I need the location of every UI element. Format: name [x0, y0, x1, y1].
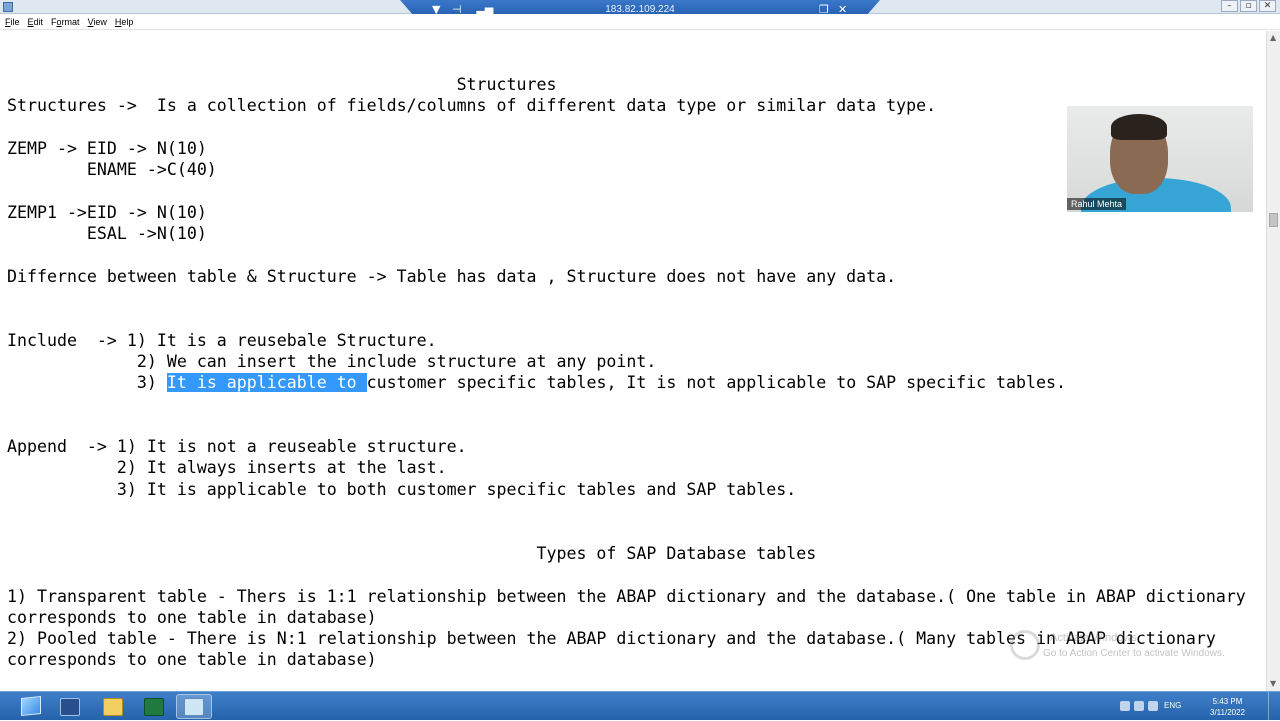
close-button[interactable]: ✕ [1259, 0, 1276, 12]
doc-line: ESAL ->N(10) [7, 224, 207, 243]
window-controls: – ▫ ✕ [1221, 0, 1276, 13]
system-tray: ENG 5:43 PM 3/11/2022 [1120, 692, 1280, 721]
doc-heading-types: Types of SAP Database tables [7, 544, 817, 563]
vertical-scrollbar[interactable]: ▲ ▼ [1266, 31, 1280, 691]
doc-line: ZEMP -> EID -> N(10) [7, 139, 207, 158]
menu-file[interactable]: File [5, 17, 20, 27]
menu-view-label: iew [93, 16, 107, 27]
doc-line: 2) It always inserts at the last. [7, 458, 447, 477]
webcam-video-overlay: Rahul Mehta [1067, 106, 1253, 212]
taskbar-powershell[interactable] [52, 694, 88, 719]
taskbar-file-explorer[interactable] [95, 694, 131, 719]
doc-line: Append -> 1) It is not a reuseable struc… [7, 437, 467, 456]
presenter-name-tag: Rahul Mehta [1067, 198, 1127, 210]
menu-edit-label: dit [33, 16, 44, 27]
scroll-down-icon[interactable]: ▼ [1270, 680, 1278, 688]
taskbar-notepad[interactable] [176, 694, 212, 719]
start-button[interactable] [12, 695, 50, 718]
presenter-hair [1111, 114, 1167, 140]
doc-line: ENAME ->C(40) [7, 160, 217, 179]
clock[interactable]: 5:43 PM 3/11/2022 [1200, 696, 1255, 718]
show-desktop-button[interactable] [1268, 692, 1280, 721]
doc-line-with-selection: 3) It is applicable to customer specific… [7, 372, 1066, 393]
doc-line: 3) It is applicable to both customer spe… [7, 480, 797, 499]
doc-line: 1) Transparent table - Thers is 1:1 rela… [7, 587, 1246, 606]
doc-line: ZEMP1 ->EID -> N(10) [7, 203, 207, 222]
clock-time: 5:43 PM [1212, 697, 1243, 706]
input-language[interactable]: ENG [1164, 701, 1181, 710]
clock-date: 3/11/2022 [1210, 708, 1245, 717]
menu-edit[interactable]: Edit [28, 17, 44, 27]
scroll-up-icon[interactable]: ▲ [1270, 34, 1278, 42]
doc-line: corresponds to one table in database) [7, 608, 377, 627]
doc-line: 2) We can insert the include structure a… [7, 352, 657, 371]
volume-icon[interactable] [1148, 701, 1158, 711]
menu-file-label: ile [10, 16, 20, 27]
text-selection[interactable]: It is applicable to [166, 373, 367, 392]
watermark-subtitle: Go to Action Center to activate Windows. [1043, 648, 1225, 659]
doc-text: customer specific tables, It is not appl… [366, 373, 1066, 392]
menu-help-label: elp [121, 16, 134, 27]
excel-icon [144, 697, 164, 716]
watermark-logo-icon [1010, 630, 1040, 660]
doc-line: Differnce between table & Structure -> T… [7, 267, 897, 286]
tray-expand-icon[interactable] [1120, 701, 1130, 711]
file-explorer-icon [103, 697, 123, 716]
doc-line: Include -> 1) It is a reusebale Structur… [7, 331, 437, 350]
windows-start-icon [21, 695, 41, 717]
minimize-button[interactable]: – [1221, 0, 1238, 12]
scrollbar-thumb[interactable] [1269, 213, 1278, 227]
menu-view[interactable]: View [88, 17, 107, 27]
notepad-icon [184, 697, 204, 716]
activate-windows-watermark: Activate Windows Go to Action Center to … [1010, 630, 1225, 664]
watermark-title: Activate Windows [1050, 632, 1137, 644]
network-icon[interactable] [1134, 701, 1144, 711]
taskbar-excel[interactable] [136, 694, 172, 719]
doc-line: corresponds to one table in database) [7, 650, 377, 669]
restore-button[interactable]: ▫ [1240, 0, 1257, 12]
menu-help[interactable]: Help [115, 17, 134, 27]
menu-format-label: rmat [61, 16, 80, 27]
notepad-app-icon[interactable] [3, 2, 13, 12]
doc-line: Structures -> Is a collection of fields/… [7, 96, 937, 115]
doc-text: 3) [7, 373, 167, 392]
menu-bar: File Edit Format View Help [0, 14, 1280, 30]
powershell-icon [60, 697, 80, 716]
taskbar: ENG 5:43 PM 3/11/2022 [0, 691, 1280, 721]
menu-format[interactable]: Format [51, 17, 80, 27]
doc-heading-structures: Structures [7, 75, 557, 94]
